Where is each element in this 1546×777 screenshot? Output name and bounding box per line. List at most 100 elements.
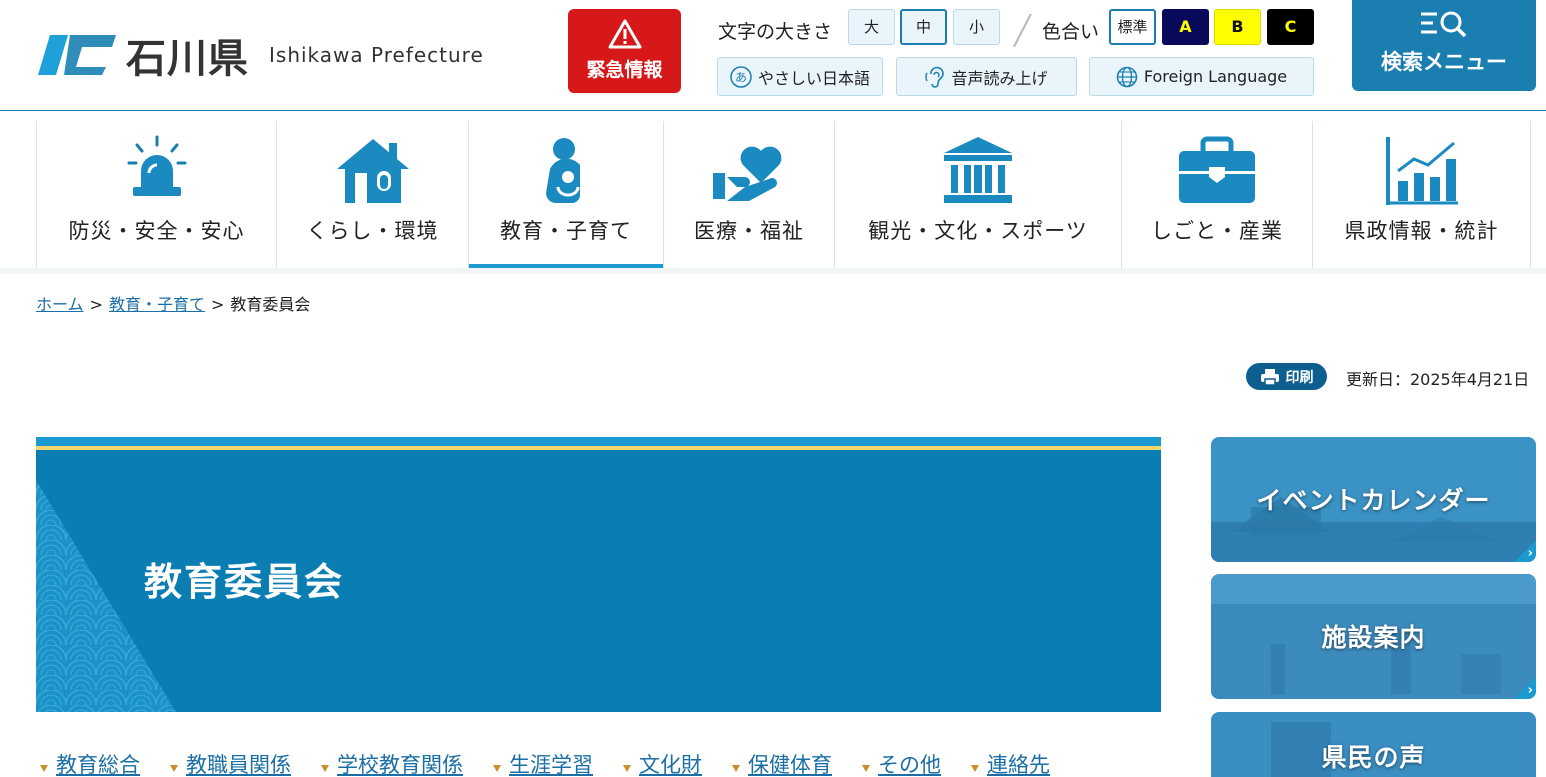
triangle-down-icon [170, 764, 178, 772]
color-b-button[interactable]: B [1214, 9, 1261, 45]
facilities-label: 施設案内 [1321, 623, 1426, 652]
triangle-down-icon [971, 764, 979, 772]
citizen-voice-label: 県民の声 [1321, 743, 1426, 772]
color-scheme-label: 色合い [1042, 21, 1100, 43]
parent-child-icon [546, 138, 580, 203]
chevron-right-icon: › [1527, 683, 1533, 698]
color-a-button[interactable]: A [1162, 9, 1209, 45]
nav-bottom-shadow [0, 268, 1546, 274]
easy-japanese-label: やさしい日本語 [757, 68, 870, 88]
anchor-link-school[interactable]: 学校教育関係 [337, 749, 463, 777]
breadcrumb-parent-link[interactable]: 教育・子育て [109, 295, 205, 314]
breadcrumb-separator: > [89, 295, 103, 314]
font-size-label: 文字の大きさ [718, 21, 833, 43]
print-button[interactable]: 印刷 [1246, 363, 1327, 390]
breadcrumb: ホーム > 教育・子育て > 教育委員会 [36, 291, 310, 315]
anchor-link-lifelong[interactable]: 生涯学習 [509, 749, 593, 777]
event-calendar-label: イベントカレンダー [1256, 486, 1491, 515]
citizen-voice-banner[interactable]: 県民の声 [1211, 712, 1536, 777]
nav-label-disaster: 防災・安全・安心 [68, 219, 245, 243]
anchor-item: 学校教育関係 [321, 749, 463, 777]
section-anchor-nav: 教育総合 教職員関係 学校教育関係 生涯学習 文化財 保健体育 その他 連絡先 [40, 749, 1080, 777]
breadcrumb-home-link[interactable]: ホーム [36, 295, 84, 314]
nav-label-work: しごと・産業 [1151, 219, 1283, 243]
divider-slash: ╱ [1014, 14, 1031, 47]
font-size-medium-button[interactable]: 中 [900, 9, 947, 45]
nav-item-education[interactable]: 教育・子育て [468, 121, 663, 268]
global-nav: 防災・安全・安心 くらし・環境 教育・子育て 医療・福祉 観光・文化・スポーツ … [36, 121, 1531, 268]
search-menu-button[interactable]: 検索メニュー [1352, 0, 1536, 91]
voice-read-label: 音声読み上げ [951, 68, 1048, 88]
nav-item-statistics[interactable]: 県政情報・統計 [1312, 121, 1531, 268]
prefecture-logo-icon [38, 35, 116, 75]
nav-label-statistics: 県政情報・統計 [1344, 219, 1499, 243]
anchor-item: 教職員関係 [170, 749, 291, 777]
museum-icon [944, 137, 1012, 203]
foreign-language-button[interactable]: Foreign Language [1089, 57, 1314, 96]
facilities-banner[interactable]: 施設案内 › [1211, 574, 1536, 699]
search-menu-label: 検索メニュー [1381, 50, 1507, 74]
globe-icon [1116, 66, 1138, 87]
logo-english: Ishikawa Prefecture [269, 43, 484, 67]
triangle-down-icon [862, 764, 870, 772]
banner-top-line [36, 437, 1161, 446]
updated-date: 更新日：2025年4月21日 [1346, 370, 1530, 389]
nav-item-disaster[interactable]: 防災・安全・安心 [36, 121, 276, 268]
anchor-link-contact[interactable]: 連絡先 [987, 749, 1050, 777]
briefcase-icon [1179, 136, 1255, 203]
triangle-down-icon [732, 764, 740, 772]
nav-label-medical: 医療・福祉 [694, 219, 804, 243]
easy-japanese-button[interactable]: あ やさしい日本語 [717, 57, 883, 96]
font-size-small-button[interactable]: 小 [953, 9, 1000, 45]
breadcrumb-separator: > [210, 295, 225, 314]
nav-label-living: くらし・環境 [306, 219, 439, 243]
anchor-link-other[interactable]: その他 [878, 749, 941, 777]
event-calendar-banner[interactable]: イベントカレンダー › [1211, 437, 1536, 562]
anchor-item: 文化財 [623, 749, 702, 777]
chart-icon [1385, 137, 1458, 205]
anchor-item: 保健体育 [732, 749, 832, 777]
color-c-button[interactable]: C [1267, 9, 1314, 45]
nav-item-work[interactable]: しごと・産業 [1121, 121, 1312, 268]
anchor-item: 連絡先 [971, 749, 1050, 777]
nav-item-living[interactable]: くらし・環境 [276, 121, 468, 268]
anchor-item: その他 [862, 749, 941, 777]
nav-item-tourism[interactable]: 観光・文化・スポーツ [834, 121, 1121, 268]
anchor-link-staff[interactable]: 教職員関係 [186, 749, 291, 777]
triangle-down-icon [321, 764, 329, 772]
siren-icon [127, 135, 186, 196]
page-title: 教育委員会 [144, 560, 345, 604]
menu-search-icon [1421, 11, 1467, 38]
breadcrumb-current: 教育委員会 [230, 295, 311, 314]
nav-item-medical[interactable]: 医療・福祉 [663, 121, 834, 268]
house-icon [336, 139, 409, 203]
nav-label-tourism: 観光・文化・スポーツ [868, 219, 1088, 243]
font-size-large-button[interactable]: 大 [848, 9, 895, 45]
triangle-down-icon [40, 764, 48, 772]
anchor-item: 教育総合 [40, 749, 140, 777]
foreign-language-label: Foreign Language [1143, 67, 1288, 86]
triangle-down-icon [623, 764, 631, 772]
anchor-item: 生涯学習 [493, 749, 593, 777]
printer-icon [1260, 368, 1279, 386]
voice-read-button[interactable]: 音声読み上げ [896, 57, 1077, 96]
print-label: 印刷 [1285, 369, 1314, 386]
site-header: 石川県 Ishikawa Prefecture 緊急情報 文字の大きさ 大 中 … [0, 0, 1546, 111]
emergency-info-button[interactable]: 緊急情報 [568, 9, 681, 93]
hand-heart-icon [713, 146, 782, 201]
svg-text:あ: あ [735, 70, 747, 84]
nav-label-education: 教育・子育て [500, 219, 632, 243]
anchor-link-general[interactable]: 教育総合 [56, 749, 140, 777]
page-title-banner: 教育委員会 [36, 437, 1161, 712]
color-standard-button[interactable]: 標準 [1109, 9, 1156, 45]
emergency-label: 緊急情報 [586, 59, 663, 81]
hiragana-a-icon: あ [730, 65, 752, 88]
anchor-link-cultural[interactable]: 文化財 [639, 749, 702, 777]
chevron-right-icon: › [1527, 546, 1533, 561]
warning-icon [608, 19, 641, 49]
site-logo[interactable]: 石川県 Ishikawa Prefecture [36, 26, 484, 84]
triangle-down-icon [493, 764, 501, 772]
anchor-link-health[interactable]: 保健体育 [748, 749, 832, 777]
logo-japanese: 石川県 [126, 36, 249, 82]
ear-icon [925, 66, 945, 88]
